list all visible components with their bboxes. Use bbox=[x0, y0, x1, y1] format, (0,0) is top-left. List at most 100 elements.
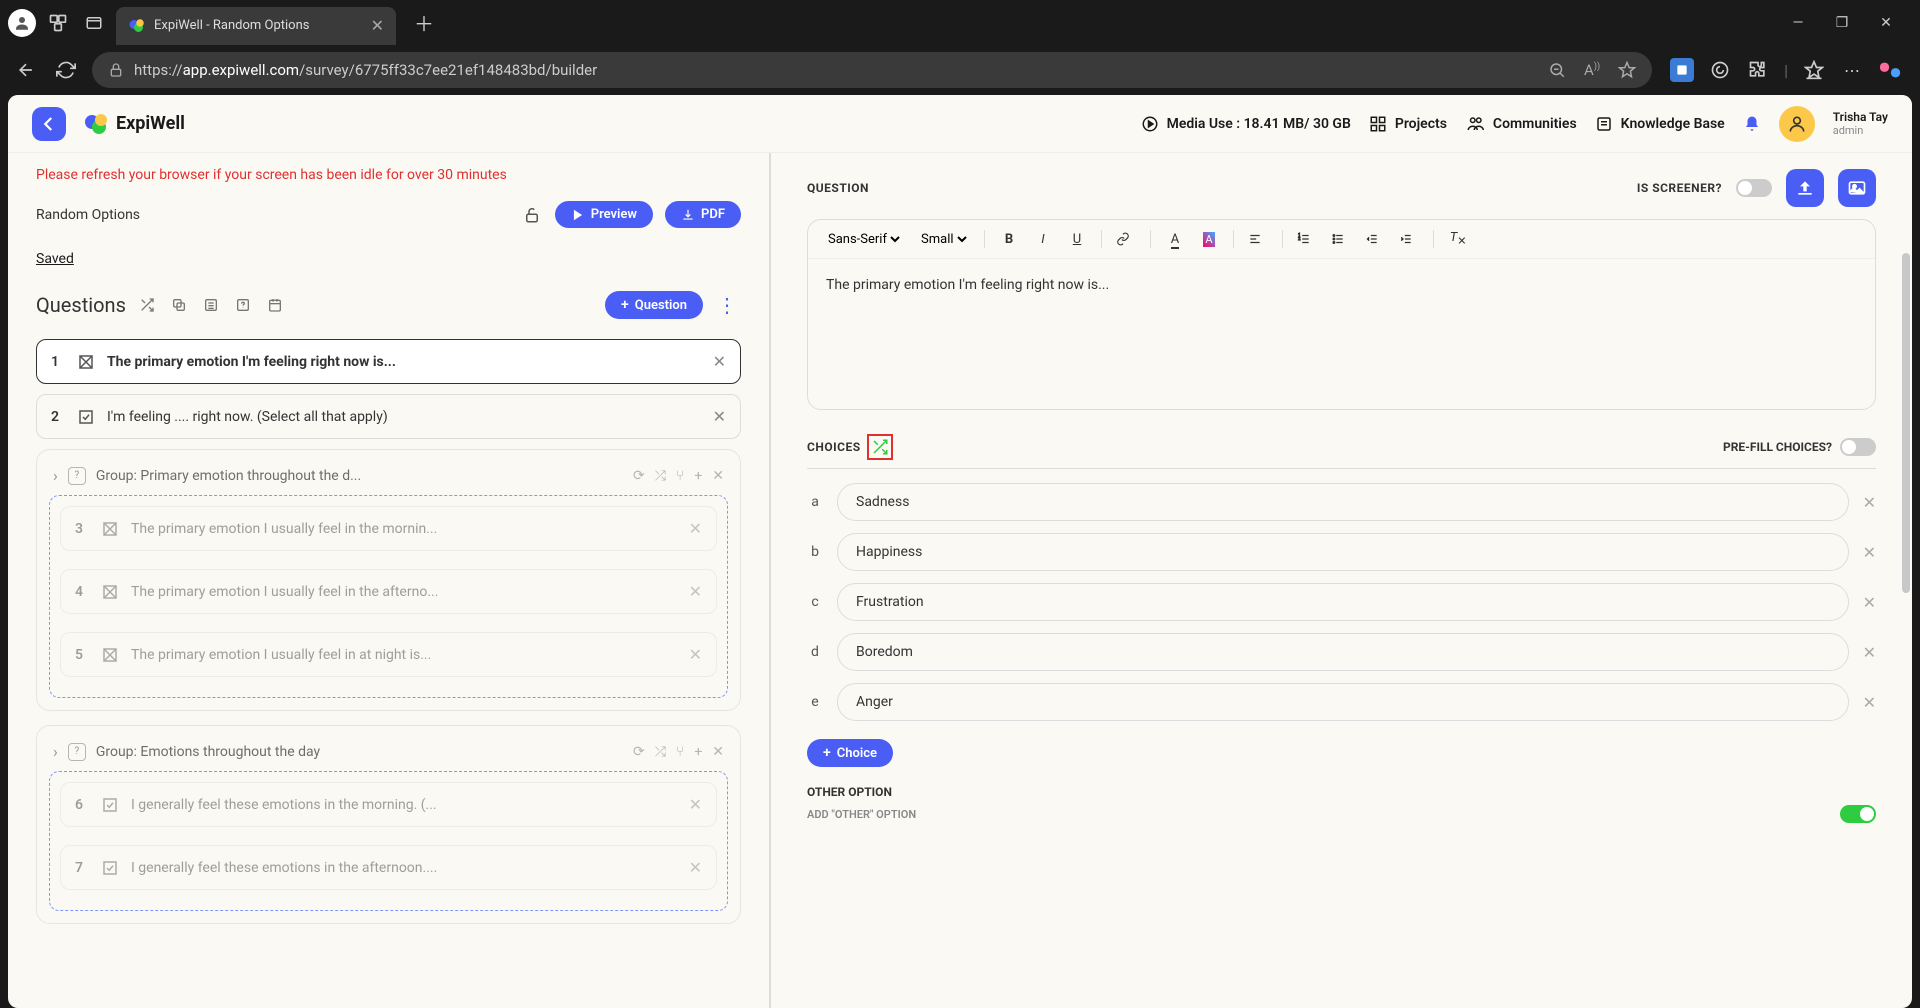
font-size-select[interactable]: Small bbox=[917, 231, 970, 248]
close-window-icon[interactable]: ✕ bbox=[1876, 15, 1896, 31]
group-remove-icon[interactable]: ✕ bbox=[712, 744, 724, 760]
help-icon[interactable] bbox=[232, 294, 254, 316]
extensions-icon[interactable] bbox=[1746, 58, 1770, 82]
nav-projects[interactable]: Projects bbox=[1369, 115, 1447, 133]
choice-input[interactable] bbox=[837, 483, 1849, 521]
pdf-button[interactable]: PDF bbox=[665, 201, 741, 228]
calendar-icon[interactable] bbox=[264, 294, 286, 316]
unordered-list-icon[interactable] bbox=[1331, 232, 1351, 246]
add-question-button[interactable]: +Question bbox=[605, 291, 703, 319]
group-refresh-icon[interactable]: ⟳ bbox=[633, 744, 645, 760]
link-icon[interactable] bbox=[1116, 232, 1136, 246]
maximize-icon[interactable]: ❐ bbox=[1832, 15, 1852, 31]
new-tab-button[interactable]: ＋ bbox=[404, 8, 444, 37]
prefill-toggle[interactable] bbox=[1840, 438, 1876, 456]
remove-question-icon[interactable]: ✕ bbox=[689, 645, 702, 664]
copilot-icon[interactable] bbox=[1878, 58, 1902, 82]
group-branch-icon[interactable]: ⑂ bbox=[676, 744, 684, 760]
brand-logo[interactable]: ExpiWell bbox=[84, 112, 185, 136]
back-icon[interactable] bbox=[12, 56, 40, 84]
menu-icon[interactable]: ⋯ bbox=[1840, 58, 1864, 82]
clear-format-icon[interactable]: T✕ bbox=[1448, 230, 1468, 248]
minimize-icon[interactable]: — bbox=[1788, 15, 1808, 31]
refresh-icon[interactable] bbox=[52, 56, 80, 84]
group-refresh-icon[interactable]: ⟳ bbox=[633, 468, 645, 484]
question-item[interactable]: 1 The primary emotion I'm feeling right … bbox=[36, 339, 741, 384]
choice-input[interactable] bbox=[837, 683, 1849, 721]
read-aloud-icon[interactable]: A)) bbox=[1584, 61, 1600, 79]
unlock-icon[interactable] bbox=[523, 206, 543, 224]
is-screener-toggle[interactable] bbox=[1736, 179, 1772, 197]
question-section-label: QUESTION bbox=[807, 181, 869, 195]
shuffle-choices-icon[interactable] bbox=[871, 438, 889, 456]
group-add-icon[interactable]: + bbox=[694, 744, 702, 760]
shuffle-questions-icon[interactable] bbox=[136, 294, 158, 316]
nav-communities[interactable]: Communities bbox=[1465, 115, 1577, 133]
profile-avatar-icon[interactable] bbox=[8, 9, 36, 37]
right-scrollbar[interactable] bbox=[1902, 253, 1910, 873]
preview-button[interactable]: Preview bbox=[555, 201, 653, 228]
group-branch-icon[interactable]: ⑂ bbox=[676, 468, 684, 484]
grammarly-icon[interactable] bbox=[1708, 58, 1732, 82]
highlight-icon[interactable]: A bbox=[1199, 232, 1219, 247]
question-item[interactable]: 2 I'm feeling .... right now. (Select al… bbox=[36, 394, 741, 439]
remove-question-icon[interactable]: ✕ bbox=[713, 407, 726, 426]
question-item[interactable]: 3 The primary emotion I usually feel in … bbox=[60, 506, 717, 551]
indent-icon[interactable] bbox=[1399, 232, 1419, 246]
remove-question-icon[interactable]: ✕ bbox=[713, 352, 726, 371]
workspaces-icon[interactable] bbox=[44, 9, 72, 37]
text-color-icon[interactable]: A bbox=[1165, 232, 1185, 247]
remove-question-icon[interactable]: ✕ bbox=[689, 582, 702, 601]
group-add-icon[interactable]: + bbox=[694, 468, 702, 484]
remove-question-icon[interactable]: ✕ bbox=[689, 795, 702, 814]
tab-overview-icon[interactable] bbox=[80, 9, 108, 37]
is-screener-label: IS SCREENER? bbox=[1637, 181, 1722, 195]
delete-choice-icon[interactable]: ✕ bbox=[1863, 643, 1876, 662]
user-avatar[interactable] bbox=[1779, 106, 1815, 142]
tab-close-icon[interactable]: ✕ bbox=[371, 16, 384, 35]
group-shuffle-icon[interactable]: ⤮ bbox=[655, 744, 666, 760]
align-icon[interactable] bbox=[1248, 232, 1268, 246]
italic-icon[interactable]: I bbox=[1033, 232, 1053, 247]
image-icon[interactable] bbox=[1838, 169, 1876, 207]
question-text-input[interactable]: The primary emotion I'm feeling right no… bbox=[808, 259, 1875, 409]
remove-question-icon[interactable]: ✕ bbox=[689, 858, 702, 877]
favorite-icon[interactable] bbox=[1618, 61, 1636, 79]
group-toggle-icon[interactable]: › bbox=[53, 466, 58, 485]
ordered-list-icon[interactable]: 12 bbox=[1297, 232, 1317, 246]
underline-icon[interactable]: U bbox=[1067, 232, 1087, 247]
group-shuffle-icon[interactable]: ⤮ bbox=[655, 468, 666, 484]
group-toggle-icon[interactable]: › bbox=[53, 742, 58, 761]
browser-tab[interactable]: ExpiWell - Random Options ✕ bbox=[116, 7, 396, 45]
saved-status[interactable]: Saved bbox=[36, 251, 74, 267]
list-icon[interactable] bbox=[200, 294, 222, 316]
bold-icon[interactable]: B bbox=[999, 232, 1019, 247]
zoom-icon[interactable] bbox=[1548, 61, 1566, 79]
add-choice-button[interactable]: +Choice bbox=[807, 739, 893, 767]
upload-icon[interactable] bbox=[1786, 169, 1824, 207]
outdent-icon[interactable] bbox=[1365, 232, 1385, 246]
collections-icon[interactable] bbox=[1670, 58, 1694, 82]
choice-input[interactable] bbox=[837, 633, 1849, 671]
question-item[interactable]: 6 I generally feel these emotions in the… bbox=[60, 782, 717, 827]
remove-question-icon[interactable]: ✕ bbox=[689, 519, 702, 538]
other-option-toggle[interactable] bbox=[1840, 805, 1876, 823]
back-button[interactable] bbox=[32, 107, 66, 141]
question-item[interactable]: 5 The primary emotion I usually feel in … bbox=[60, 632, 717, 677]
more-options-icon[interactable]: ⋮ bbox=[713, 293, 741, 317]
favorites-bar-icon[interactable] bbox=[1802, 58, 1826, 82]
delete-choice-icon[interactable]: ✕ bbox=[1863, 493, 1876, 512]
question-item[interactable]: 4 The primary emotion I usually feel in … bbox=[60, 569, 717, 614]
choice-input[interactable] bbox=[837, 583, 1849, 621]
group-remove-icon[interactable]: ✕ bbox=[712, 468, 724, 484]
notifications-icon[interactable] bbox=[1743, 115, 1761, 133]
delete-choice-icon[interactable]: ✕ bbox=[1863, 543, 1876, 562]
font-family-select[interactable]: Sans-Serif bbox=[824, 231, 903, 248]
copy-icon[interactable] bbox=[168, 294, 190, 316]
delete-choice-icon[interactable]: ✕ bbox=[1863, 593, 1876, 612]
question-item[interactable]: 7 I generally feel these emotions in the… bbox=[60, 845, 717, 890]
nav-knowledge-base[interactable]: Knowledge Base bbox=[1595, 115, 1725, 133]
delete-choice-icon[interactable]: ✕ bbox=[1863, 693, 1876, 712]
choice-input[interactable] bbox=[837, 533, 1849, 571]
address-bar[interactable]: https://app.expiwell.com/survey/6775ff33… bbox=[92, 52, 1652, 88]
